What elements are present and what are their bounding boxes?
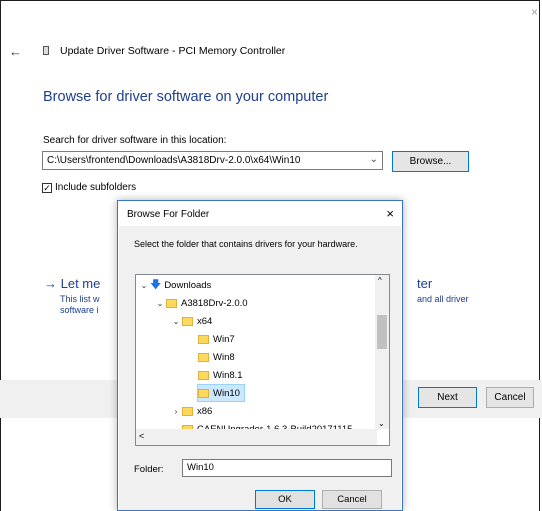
tree-item-label: x64 xyxy=(197,315,213,327)
tree-item-x64[interactable]: ⌄ x64 xyxy=(170,313,213,329)
folder-icon xyxy=(166,298,177,308)
tree-item-label: Win8 xyxy=(213,351,235,363)
folder-icon xyxy=(198,334,209,344)
folder-icon xyxy=(198,352,209,362)
tree-item-a3818drv[interactable]: ⌄ A3818Drv-2.0.0 xyxy=(154,295,248,311)
tree-item-win81[interactable]: Win8.1 xyxy=(198,367,243,383)
dialog-body: Select the folder that contains drivers … xyxy=(119,226,401,510)
tree-item-label: Win10 xyxy=(213,387,240,399)
scroll-thumb[interactable] xyxy=(377,315,387,349)
tree-item-downloads[interactable]: ⌄ 🡇 Downloads xyxy=(138,277,212,293)
device-icon xyxy=(43,46,49,55)
search-location-label: Search for driver software in this locat… xyxy=(43,135,227,146)
list-description: This list w software i xyxy=(60,294,100,316)
page-heading: Browse for driver software on your compu… xyxy=(43,89,329,105)
next-button[interactable]: Next xyxy=(418,387,477,408)
tree-item-label: x86 xyxy=(197,405,213,417)
chevron-down-icon[interactable]: ⌄ xyxy=(370,154,378,165)
tree-item-label: A3818Drv-2.0.0 xyxy=(181,297,248,309)
checkbox-check-icon[interactable]: ✓ xyxy=(42,182,52,193)
tree-item-label: Win7 xyxy=(213,333,235,345)
folder-icon xyxy=(182,406,193,416)
cancel-button[interactable]: Cancel xyxy=(486,387,534,408)
scroll-up-icon[interactable]: ^ xyxy=(378,276,382,285)
list-line-2: software i xyxy=(60,305,99,315)
collapsed-chevron-icon[interactable]: › xyxy=(170,407,182,416)
folder-icon xyxy=(182,316,193,326)
dialog-title: Browse For Folder xyxy=(127,209,210,220)
expanded-chevron-icon[interactable]: ⌄ xyxy=(170,317,182,326)
let-me-pick-link-tail[interactable]: ter xyxy=(417,276,432,291)
folder-icon xyxy=(198,388,209,398)
browse-button[interactable]: Browse... xyxy=(392,151,469,172)
path-combobox[interactable]: C:\Users\frontend\Downloads\A3818Drv-2.0… xyxy=(42,151,383,170)
dialog-cancel-button[interactable]: Cancel xyxy=(322,490,382,509)
tree-item-win7[interactable]: Win7 xyxy=(198,331,235,347)
folder-label: Folder: xyxy=(134,464,164,475)
ok-button[interactable]: OK xyxy=(255,490,315,509)
let-me-pick-link[interactable]: → Let me xyxy=(44,276,100,291)
path-value: C:\Users\frontend\Downloads\A3818Drv-2.0… xyxy=(47,155,301,166)
wizard-title: Update Driver Software - PCI Memory Cont… xyxy=(60,45,286,57)
download-arrow-icon: 🡇 xyxy=(150,278,162,291)
expanded-chevron-icon[interactable]: ⌄ xyxy=(138,281,150,290)
tree-item-win10-selected[interactable]: Win10 xyxy=(197,384,245,402)
tree-item-x86[interactable]: › x86 xyxy=(170,403,213,419)
and-all-driver-text: and all driver xyxy=(417,294,469,304)
folder-icon xyxy=(198,370,209,380)
vertical-scrollbar[interactable]: ^ ⌄ xyxy=(375,275,389,429)
window-close-icon[interactable]: × xyxy=(531,5,538,19)
tree-item-label: Downloads xyxy=(164,279,212,291)
folder-input[interactable]: Win10 xyxy=(182,459,392,477)
browse-folder-dialog: Browse For Folder × Select the folder th… xyxy=(117,200,403,511)
back-arrow-icon[interactable]: ← xyxy=(9,44,22,59)
folder-tree[interactable]: ⌄ 🡇 Downloads ⌄ A3818Drv-2.0.0 ⌄ x64 Win… xyxy=(135,274,390,446)
tree-item-win8[interactable]: Win8 xyxy=(198,349,235,365)
expanded-chevron-icon[interactable]: ⌄ xyxy=(154,299,166,308)
horizontal-scrollbar[interactable]: < xyxy=(136,429,377,445)
tree-item-label: Win8.1 xyxy=(213,369,243,381)
scroll-down-icon[interactable]: ⌄ xyxy=(378,419,385,428)
dialog-close-icon[interactable]: × xyxy=(386,206,394,221)
include-subfolders-checkbox[interactable]: ✓ Include subfolders xyxy=(42,182,136,193)
list-line-1: This list w xyxy=(60,294,100,304)
scroll-left-icon[interactable]: < xyxy=(139,431,144,441)
include-subfolders-label: Include subfolders xyxy=(55,182,137,193)
dialog-instruction: Select the folder that contains drivers … xyxy=(134,239,358,249)
